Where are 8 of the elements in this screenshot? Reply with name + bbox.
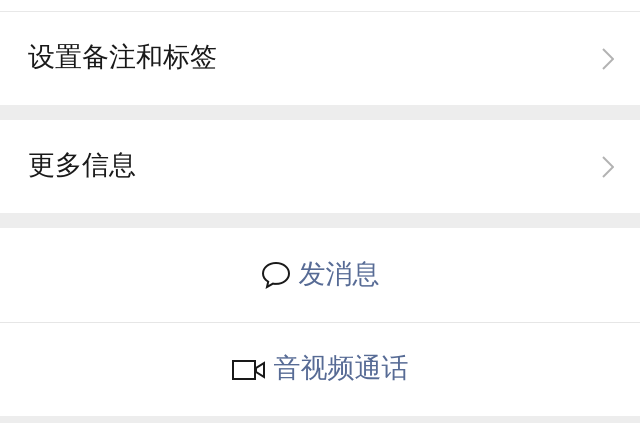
video-call-button[interactable]: 音视频通话	[0, 322, 640, 416]
chevron-icon	[602, 156, 614, 178]
chevron-icon	[602, 48, 614, 70]
chat-bubble-icon	[260, 261, 290, 289]
message-button[interactable]: 发消息	[0, 228, 640, 322]
list-item[interactable]: 设置备注和标签	[0, 12, 640, 105]
list-item[interactable]: 更多信息	[0, 120, 640, 213]
video-camera-icon	[232, 358, 266, 380]
